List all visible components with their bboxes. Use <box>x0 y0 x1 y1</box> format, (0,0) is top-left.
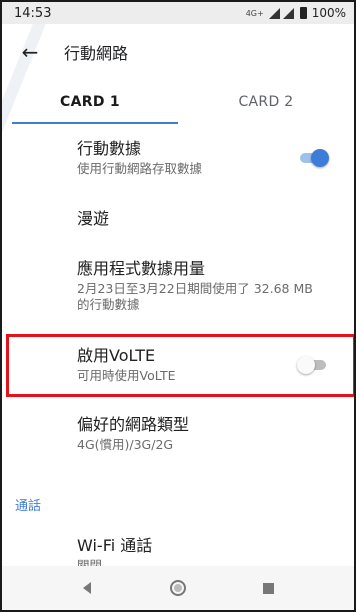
network-type-label: 4G+ <box>245 8 264 18</box>
tab-card-2[interactable]: CARD 2 <box>178 80 354 124</box>
battery-percent: 100% <box>311 6 346 20</box>
status-bar: 14:53 4G+ 100% <box>2 2 354 24</box>
volte-toggle[interactable] <box>297 356 329 374</box>
volte-subtitle: 可用時使用VoLTE <box>77 368 176 383</box>
phone-screen: 14:53 4G+ 100% ← 行動網路 CARD 1 CARD 2 行動數據… <box>0 0 356 612</box>
page-title: 行動網路 <box>64 44 129 63</box>
navigation-bar <box>2 566 354 610</box>
tab-card-1[interactable]: CARD 1 <box>2 80 178 124</box>
calls-section-header: 通話 <box>15 499 42 514</box>
nav-back-button[interactable] <box>67 568 107 608</box>
preferred-network-subtitle: 4G(慣用)/3G/2G <box>77 437 174 452</box>
toggle-thumb <box>311 149 329 167</box>
mobile-data-title: 行動數據 <box>77 139 142 158</box>
roaming-title: 漫遊 <box>77 209 110 228</box>
app-bar: ← 行動網路 <box>2 24 354 80</box>
volte-title: 啟用VoLTE <box>77 346 156 365</box>
battery-icon <box>299 7 307 19</box>
nav-home-button[interactable] <box>158 568 198 608</box>
status-time: 14:53 <box>14 5 52 21</box>
mobile-data-toggle[interactable] <box>297 149 329 167</box>
nav-recents-button[interactable] <box>249 568 289 608</box>
preferred-network-row[interactable]: 偏好的網路類型 4G(慣用)/3G/2G <box>2 415 354 453</box>
preferred-network-title: 偏好的網路類型 <box>77 415 190 434</box>
sim-tabs: CARD 1 CARD 2 <box>2 80 354 124</box>
roaming-row[interactable]: 漫遊 <box>2 209 354 229</box>
recents-square-icon <box>263 582 275 594</box>
status-icons: 4G+ 100% <box>246 6 346 20</box>
volte-row[interactable]: 啟用VoLTE 可用時使用VoLTE <box>2 346 354 384</box>
home-circle-icon <box>169 580 186 596</box>
back-arrow-icon[interactable]: ← <box>2 24 58 80</box>
app-data-usage-title: 應用程式數據用量 <box>77 259 206 278</box>
signal-icon <box>268 7 280 19</box>
app-data-usage-subtitle: 2月23日至3月22日期間使用了 32.68 MB 的行動數據 <box>77 281 313 312</box>
signal-icon <box>282 7 294 19</box>
wifi-calling-title: Wi-Fi 通話 <box>77 536 153 555</box>
back-triangle-icon <box>83 582 92 594</box>
toggle-thumb <box>297 356 315 374</box>
mobile-data-row[interactable]: 行動數據 使用行動網路存取數據 <box>2 139 354 177</box>
app-data-usage-row[interactable]: 應用程式數據用量 2月23日至3月22日期間使用了 32.68 MB 的行動數據 <box>2 259 354 313</box>
mobile-data-subtitle: 使用行動網路存取數據 <box>77 161 203 176</box>
